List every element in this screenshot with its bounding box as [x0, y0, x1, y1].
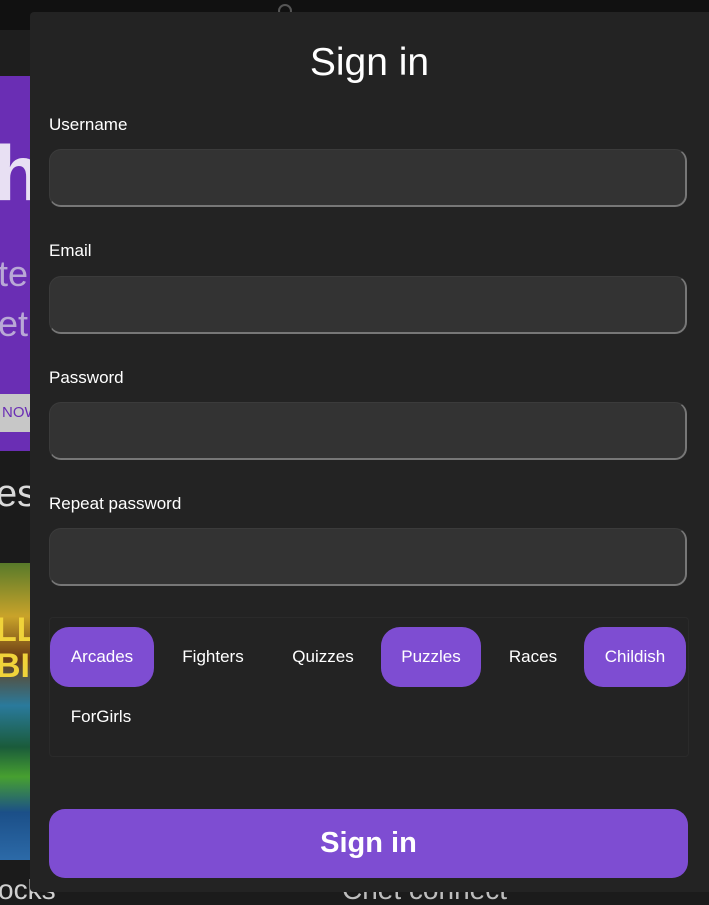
sign-in-modal: Sign in Username Email Password Repeat p… — [30, 12, 709, 892]
genre-tags: Arcades Fighters Quizzes Puzzles Races C… — [49, 617, 689, 757]
hero-heading: h — [0, 129, 30, 217]
email-label: Email — [49, 241, 92, 260]
password-input[interactable] — [49, 402, 687, 460]
background-hero-banner: h te et NOW — [0, 76, 30, 451]
repeat-password-input[interactable] — [49, 528, 687, 586]
repeat-password-label: Repeat password — [49, 494, 182, 513]
modal-title: Sign in — [309, 41, 430, 84]
tag-races[interactable]: Races — [485, 627, 581, 687]
password-label: Password — [49, 368, 124, 387]
game-thumbnail-text-1: LL — [0, 611, 30, 649]
hero-subtext-line-1: te — [0, 253, 29, 294]
tag-forgirls[interactable]: ForGirls — [50, 687, 152, 747]
tag-puzzles[interactable]: Puzzles — [381, 627, 481, 687]
username-input[interactable] — [49, 149, 687, 207]
hero-subtext-line-2: et — [0, 303, 29, 344]
game-thumbnail-text-2: BI — [0, 647, 30, 685]
sign-in-button[interactable]: Sign in — [49, 809, 688, 878]
email-input[interactable] — [49, 276, 687, 334]
hero-cta-button[interactable]: NOW — [0, 394, 30, 432]
tag-childish[interactable]: Childish — [584, 627, 686, 687]
game-thumbnail[interactable]: LL BI — [0, 563, 30, 860]
username-label: Username — [49, 115, 128, 134]
tag-quizzes[interactable]: Quizzes — [271, 627, 375, 687]
tag-arcades[interactable]: Arcades — [50, 627, 154, 687]
tag-fighters[interactable]: Fighters — [161, 627, 265, 687]
